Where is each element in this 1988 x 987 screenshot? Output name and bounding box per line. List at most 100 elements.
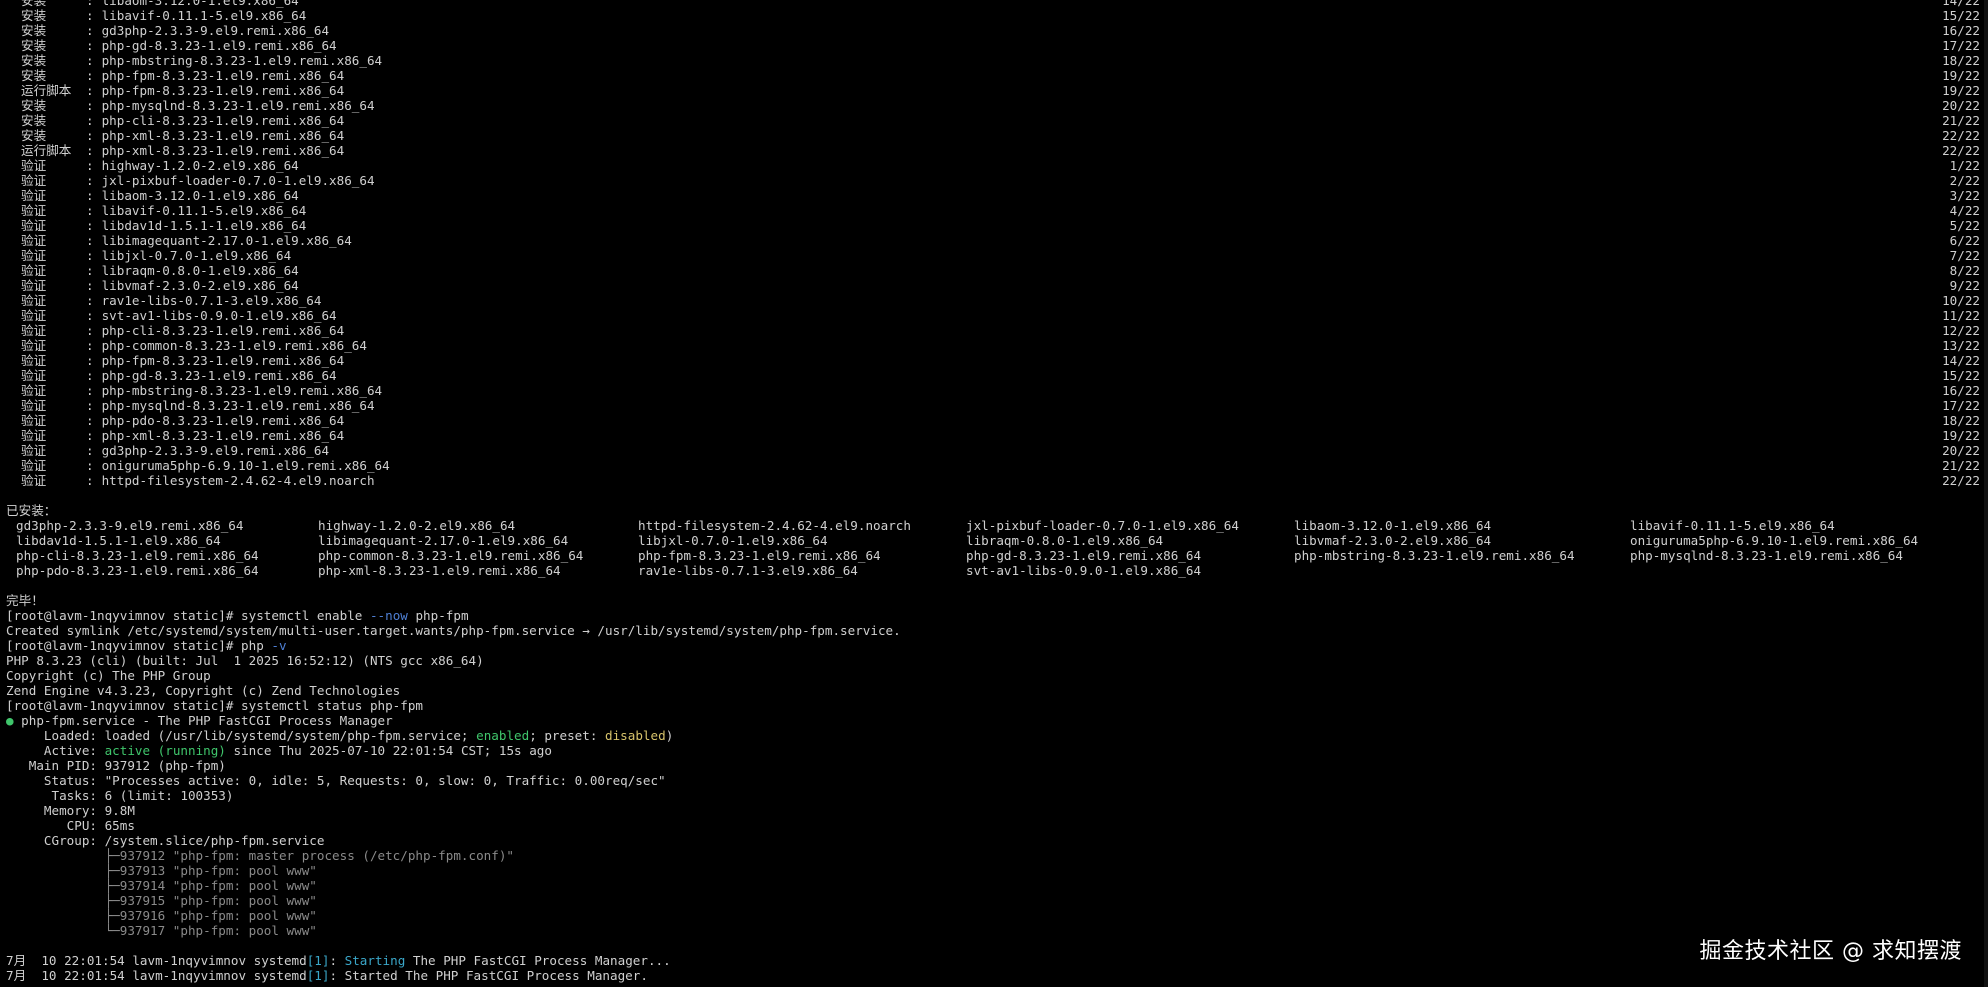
transaction-line: 安装: gd3php-2.3.3-9.el9.remi.x86_64 16/22	[6, 23, 1982, 38]
journal-colon: :	[329, 968, 345, 983]
transaction-line: 验证: php-pdo-8.3.23-1.el9.remi.x86_64 18/22	[6, 413, 1982, 428]
progress-count: 18/22	[1942, 53, 1980, 68]
installed-package: jxl-pixbuf-loader-0.7.0-1.el9.x86_64	[966, 518, 1239, 533]
installed-package: php-mbstring-8.3.23-1.el9.remi.x86_64	[1294, 548, 1575, 563]
progress-count: 9/22	[1949, 278, 1980, 293]
active-line: Active: active (running) since Thu 2025-…	[6, 743, 1982, 758]
installed-package: php-mysqlnd-8.3.23-1.el9.remi.x86_64	[1630, 548, 1903, 563]
command-arg: php-fpm	[407, 608, 469, 623]
progress-count: 10/22	[1942, 293, 1980, 308]
package-name: libaom-3.12.0-1.el9.x86_64	[101, 188, 299, 203]
transaction-line: 验证: gd3php-2.3.3-9.el9.remi.x86_64 20/22	[6, 443, 1982, 458]
transaction-action: 验证	[21, 398, 47, 413]
package-name: libraqm-0.8.0-1.el9.x86_64	[101, 263, 299, 278]
installed-package: php-xml-8.3.23-1.el9.remi.x86_64	[318, 563, 561, 578]
separator-colon: :	[86, 188, 94, 203]
transaction-action: 安装	[21, 68, 47, 83]
transaction-action: 验证	[21, 353, 47, 368]
process-tree-line: ├─937914 "php-fpm: pool www"	[6, 878, 317, 893]
separator-colon: :	[86, 413, 94, 428]
progress-count: 14/22	[1942, 0, 1980, 8]
progress-count: 21/22	[1942, 113, 1980, 128]
preset-label: ; preset:	[529, 728, 606, 743]
installed-row: php-pdo-8.3.23-1.el9.remi.x86_64 php-xml-…	[6, 563, 1982, 578]
separator-colon: :	[86, 248, 94, 263]
transaction-action: 验证	[21, 173, 47, 188]
transaction-line: 运行脚本: php-fpm-8.3.23-1.el9.remi.x86_64 19/…	[6, 83, 1982, 98]
php-version-line: PHP 8.3.23 (cli) (built: Jul 1 2025 16:5…	[6, 653, 484, 668]
progress-count: 11/22	[1942, 308, 1980, 323]
transaction-action: 验证	[21, 233, 47, 248]
active-label: Active:	[6, 743, 105, 758]
command-line: [root@lavm-1nqyvimnov static]# systemctl…	[6, 608, 1982, 623]
memory-line: Memory: 9.8M	[6, 803, 135, 818]
cpu-line: CPU: 65ms	[6, 818, 135, 833]
transaction-action: 安装	[21, 98, 47, 113]
transaction-action: 验证	[21, 458, 47, 473]
separator-colon: :	[86, 398, 94, 413]
installed-row: gd3php-2.3.3-9.el9.remi.x86_64 highway-1.…	[6, 518, 1982, 533]
package-name: highway-1.2.0-2.el9.x86_64	[101, 158, 299, 173]
transaction-line: 验证: libjxl-0.7.0-1.el9.x86_64 7/22	[6, 248, 1982, 263]
active-since: since Thu 2025-07-10 22:01:54 CST; 15s a…	[225, 743, 552, 758]
loaded-value: loaded (/usr/lib/systemd/system/php-fpm.…	[104, 728, 477, 743]
scrollbar[interactable]	[1984, 0, 1988, 987]
progress-count: 7/22	[1949, 248, 1980, 263]
php-version-line: Zend Engine v4.3.23, Copyright (c) Zend …	[6, 683, 401, 698]
progress-count: 6/22	[1949, 233, 1980, 248]
transaction-line: 验证: svt-av1-libs-0.9.0-1.el9.x86_64 11/22	[6, 308, 1982, 323]
progress-count: 15/22	[1942, 8, 1980, 23]
package-name: httpd-filesystem-2.4.62-4.el9.noarch	[101, 473, 375, 488]
package-name: rav1e-libs-0.7.1-3.el9.x86_64	[101, 293, 322, 308]
transaction-line: 安装: php-cli-8.3.23-1.el9.remi.x86_64 21/22	[6, 113, 1982, 128]
transaction-action: 验证	[21, 158, 47, 173]
package-name: libaom-3.12.0-1.el9.x86_64	[101, 0, 299, 8]
package-name: libimagequant-2.17.0-1.el9.x86_64	[101, 233, 352, 248]
transaction-action: 验证	[21, 248, 47, 263]
separator-colon: :	[86, 293, 94, 308]
process-tree-line: ├─937913 "php-fpm: pool www"	[6, 863, 317, 878]
progress-count: 3/22	[1949, 188, 1980, 203]
command-flag: -v	[271, 638, 287, 653]
command-text: php	[241, 638, 272, 653]
package-name: libavif-0.11.1-5.el9.x86_64	[101, 8, 307, 23]
transaction-action: 安装	[21, 128, 47, 143]
installed-package: libaom-3.12.0-1.el9.x86_64	[1294, 518, 1492, 533]
transaction-list: 安装: libaom-3.12.0-1.el9.x86_64 14/22 安装: lib…	[6, 0, 1982, 488]
loaded-line: Loaded: loaded (/usr/lib/systemd/system/…	[6, 728, 1982, 743]
separator-colon: :	[86, 383, 94, 398]
shell-prompt: [root@lavm-1nqyvimnov static]#	[6, 638, 242, 653]
transaction-line: 验证: rav1e-libs-0.7.1-3.el9.x86_64 10/22	[6, 293, 1982, 308]
transaction-line: 安装: php-gd-8.3.23-1.el9.remi.x86_64 17/22	[6, 38, 1982, 53]
transaction-action: 安装	[21, 8, 47, 23]
transaction-line: 验证: php-gd-8.3.23-1.el9.remi.x86_64 15/22	[6, 368, 1982, 383]
progress-count: 22/22	[1942, 143, 1980, 158]
service-title: php-fpm.service - The PHP FastCGI Proces…	[13, 713, 393, 728]
transaction-line: 验证: libraqm-0.8.0-1.el9.x86_64 8/22	[6, 263, 1982, 278]
transaction-line: 验证: php-xml-8.3.23-1.el9.remi.x86_64 19/22	[6, 428, 1982, 443]
installed-package: libavif-0.11.1-5.el9.x86_64	[1630, 518, 1835, 533]
transaction-action: 验证	[21, 278, 47, 293]
separator-colon: :	[86, 308, 94, 323]
main-pid-line: Main PID: 937912 (php-fpm)	[6, 758, 226, 773]
transaction-line: 验证: jxl-pixbuf-loader-0.7.0-1.el9.x86_64 2…	[6, 173, 1982, 188]
progress-count: 19/22	[1942, 428, 1980, 443]
transaction-line: 验证: php-mbstring-8.3.23-1.el9.remi.x86_64…	[6, 383, 1982, 398]
separator-colon: :	[86, 203, 94, 218]
separator-colon: :	[86, 83, 94, 98]
separator-colon: :	[86, 233, 94, 248]
transaction-line: 安装: php-mbstring-8.3.23-1.el9.remi.x86_64…	[6, 53, 1982, 68]
package-name: gd3php-2.3.3-9.el9.remi.x86_64	[101, 443, 330, 458]
loaded-label: Loaded:	[6, 728, 105, 743]
transaction-action: 验证	[21, 218, 47, 233]
installed-package: php-gd-8.3.23-1.el9.remi.x86_64	[966, 548, 1202, 563]
package-name: php-xml-8.3.23-1.el9.remi.x86_64	[101, 128, 345, 143]
terminal-window[interactable]: { "colors": {"background":"#000000","tex…	[0, 0, 1988, 987]
transaction-line: 安装: php-fpm-8.3.23-1.el9.remi.x86_64 19/22	[6, 68, 1982, 83]
transaction-action: 安装	[21, 53, 47, 68]
separator-colon: :	[86, 458, 94, 473]
package-name: oniguruma5php-6.9.10-1.el9.remi.x86_64	[101, 458, 390, 473]
command-line: [root@lavm-1nqyvimnov static]# systemctl…	[6, 698, 424, 713]
command-text: systemctl enable	[241, 608, 370, 623]
